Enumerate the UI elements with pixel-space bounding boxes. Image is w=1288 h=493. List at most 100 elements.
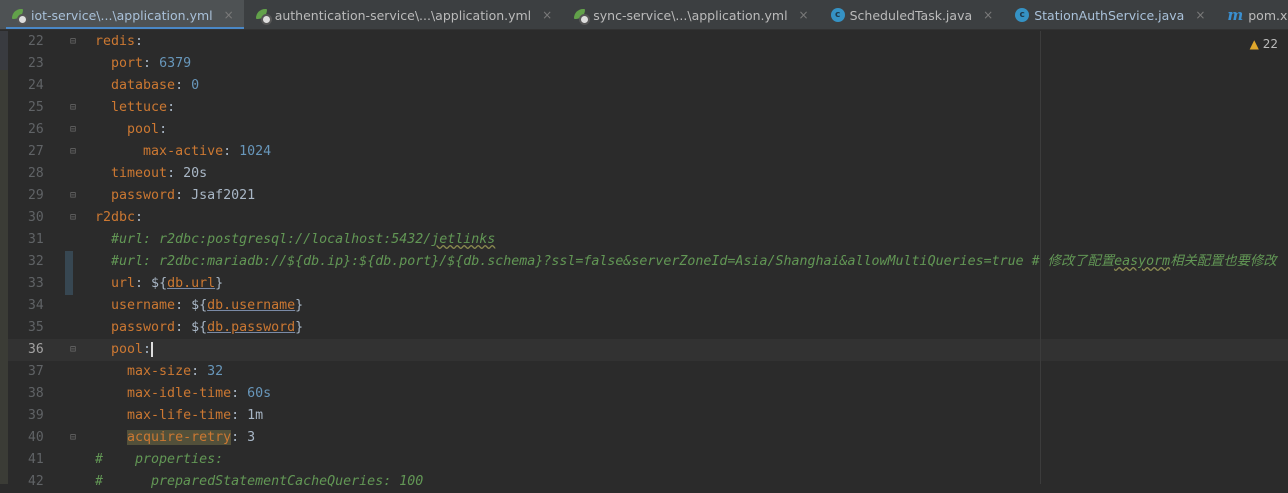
editor-tab-bar: iot-service\...\application.yml × authenti… <box>0 0 1288 30</box>
code-token: # properties: <box>95 452 224 467</box>
code-token: } <box>295 320 304 335</box>
code-line[interactable]: 25 ⊟ lettuce: <box>8 97 1288 119</box>
code-token: : 3 <box>231 430 256 445</box>
code-token: max-life-time <box>127 408 232 423</box>
code-token: timeout <box>111 166 168 181</box>
tab-label: pom.xml (file-service) <box>1248 7 1288 23</box>
code-token: : <box>167 100 176 115</box>
code-token: : <box>191 364 208 379</box>
code-text: # preparedStatementCacheQueries: 100 <box>95 471 423 493</box>
code-line[interactable]: 41 # properties: <box>8 449 1288 471</box>
right-margin-guide <box>1040 31 1041 484</box>
code-line[interactable]: 35 password: ${db.password} <box>8 317 1288 339</box>
fold-open-icon[interactable]: ⊟ <box>68 124 78 136</box>
tab-4[interactable]: c StationAuthService.java × <box>1003 0 1215 29</box>
code-line[interactable]: 22 ⊟ redis: <box>8 31 1288 53</box>
code-line[interactable]: 29 ⊟ password: Jsaf2021 <box>8 185 1288 207</box>
change-marker[interactable] <box>65 273 73 295</box>
code-token: : ${ <box>175 298 208 313</box>
code-line[interactable]: 33 url: ${db.url} <box>8 273 1288 295</box>
line-number: 23 <box>28 56 44 71</box>
code-text: pool: <box>95 339 154 361</box>
line-number: 35 <box>28 320 44 335</box>
line-number: 27 <box>28 144 44 159</box>
tab-5[interactable]: mpom.xml (file-service)× <box>1215 0 1288 29</box>
code-text: max-size: 32 <box>95 361 223 383</box>
code-token: db.password <box>207 320 296 335</box>
change-marker[interactable] <box>65 251 73 273</box>
tab-2[interactable]: sync-service\...\application.yml × <box>562 0 818 29</box>
code-token: username <box>111 298 176 313</box>
fold-open-icon[interactable]: ⊟ <box>68 344 78 356</box>
code-line[interactable]: 38 max-idle-time: 60s <box>8 383 1288 405</box>
line-number: 33 <box>28 276 44 291</box>
code-line[interactable]: 31 #url: r2dbc:postgresql://localhost:54… <box>8 229 1288 251</box>
code-text: #url: r2dbc:postgresql://localhost:5432/… <box>95 229 495 251</box>
code-token: : <box>159 122 168 137</box>
fold-end-icon[interactable]: ⊟ <box>68 190 78 202</box>
code-text: database: 0 <box>95 75 199 97</box>
tab-0[interactable]: iot-service\...\application.yml × <box>0 0 244 29</box>
code-token: #url: r2dbc:mariadb://${db.ip}:${db.port… <box>111 254 1048 269</box>
code-line[interactable]: 30 ⊟ r2dbc: <box>8 207 1288 229</box>
code-editor[interactable]: 42 # preparedStatementCacheQueries: 100 41… <box>8 31 1288 489</box>
code-token: url <box>111 276 136 291</box>
code-text: lettuce: <box>95 97 175 119</box>
fold-open-icon[interactable]: ⊟ <box>68 102 78 114</box>
tab-1[interactable]: authentication-service\...\application.y… <box>244 0 563 29</box>
inspection-widget[interactable]: ▲ 22 <box>1250 37 1278 51</box>
code-text: r2dbc: <box>95 207 143 229</box>
code-token: pool <box>127 122 160 137</box>
code-token: acquire-retry <box>127 430 232 445</box>
code-line[interactable]: 40 ⊟ acquire-retry: 3 <box>8 427 1288 449</box>
code-line[interactable]: 36 ⊟ pool: <box>8 339 1288 361</box>
code-line[interactable]: 28 timeout: 20s <box>8 163 1288 185</box>
code-token: pool <box>111 342 144 357</box>
tab-label: iot-service\...\application.yml <box>31 7 213 23</box>
code-token: db.username <box>207 298 296 313</box>
line-number: 34 <box>28 298 44 313</box>
code-line[interactable]: 26 ⊟ pool: <box>8 119 1288 141</box>
fold-end-icon[interactable]: ⊟ <box>68 146 78 158</box>
code-line[interactable]: 34 username: ${db.username} <box>8 295 1288 317</box>
warning-count: 22 <box>1262 37 1278 51</box>
code-text: #url: r2dbc:mariadb://${db.ip}:${db.port… <box>95 251 1277 273</box>
code-line[interactable]: 23 port: 6379 <box>8 53 1288 75</box>
code-line[interactable]: 27 ⊟ max-active: 1024 <box>8 141 1288 163</box>
code-token: : ${ <box>175 320 208 335</box>
code-line[interactable]: 37 max-size: 32 <box>8 361 1288 383</box>
line-number: 25 <box>28 100 44 115</box>
spring-yml-icon <box>255 8 272 25</box>
tab-3[interactable]: c ScheduledTask.java × <box>819 0 1004 29</box>
fold-open-icon[interactable]: ⊟ <box>68 212 78 224</box>
line-number: 22 <box>28 34 44 49</box>
code-line[interactable]: 32 #url: r2dbc:mariadb://${db.ip}:${db.p… <box>8 251 1288 273</box>
code-token: : <box>143 56 160 71</box>
fold-end-icon[interactable]: ⊟ <box>68 432 78 444</box>
close-tab-icon[interactable]: × <box>799 8 809 22</box>
code-line[interactable]: 42 # preparedStatementCacheQueries: 100 <box>8 471 1288 493</box>
close-tab-icon[interactable]: × <box>983 8 993 22</box>
code-token: redis <box>95 34 136 49</box>
code-text: # properties: <box>95 449 223 471</box>
code-token: 60s <box>247 386 272 401</box>
fold-open-icon[interactable]: ⊟ <box>68 36 78 48</box>
code-token: password <box>111 320 176 335</box>
code-line[interactable]: 39 max-life-time: 1m <box>8 405 1288 427</box>
close-tab-icon[interactable]: × <box>1195 8 1205 22</box>
close-tab-icon[interactable]: × <box>224 8 234 22</box>
line-number: 30 <box>28 210 44 225</box>
code-token: 32 <box>207 364 224 379</box>
code-line[interactable]: 24 database: 0 <box>8 75 1288 97</box>
close-tab-icon[interactable]: × <box>542 8 552 22</box>
code-text: password: Jsaf2021 <box>95 185 255 207</box>
code-token: : <box>135 34 144 49</box>
code-token: max-idle-time <box>127 386 232 401</box>
